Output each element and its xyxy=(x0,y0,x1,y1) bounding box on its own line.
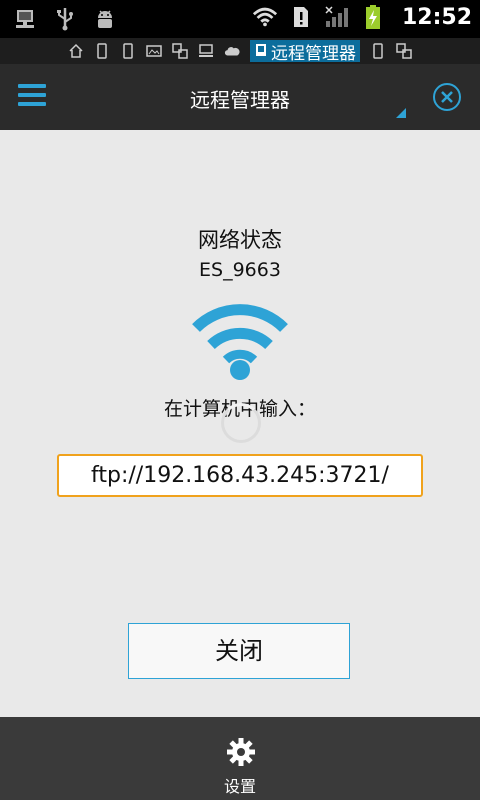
window-icon[interactable] xyxy=(396,43,412,59)
settings-button[interactable]: 设置 xyxy=(210,717,270,800)
cloud-icon[interactable] xyxy=(224,43,240,59)
battery-charging-icon xyxy=(360,4,386,30)
wifi-icon xyxy=(192,304,288,380)
close-icon xyxy=(441,91,453,103)
image-icon[interactable] xyxy=(146,43,162,59)
window-switcher-strip: 远程管理器 xyxy=(0,38,480,64)
network-share-icon xyxy=(12,6,38,32)
sim-alert-icon xyxy=(288,4,314,30)
gear-icon xyxy=(227,738,255,766)
wifi-icon xyxy=(252,4,278,30)
title-bar: 远程管理器 xyxy=(0,64,480,130)
ftp-address-field[interactable]: ftp://192.168.43.245:3721/ xyxy=(57,454,423,497)
close-button[interactable]: 关闭 xyxy=(128,623,350,679)
status-time: 12:52 xyxy=(401,4,472,30)
computer-icon[interactable] xyxy=(198,43,214,59)
phone-icon[interactable] xyxy=(370,43,386,59)
usb-icon xyxy=(52,6,78,32)
network-status-label: 网络状态 xyxy=(198,228,282,252)
status-bar: 12:52 xyxy=(0,0,480,38)
active-window-tab[interactable]: 远程管理器 xyxy=(250,40,360,64)
dropdown-indicator-icon[interactable] xyxy=(396,108,406,118)
close-window-button[interactable] xyxy=(433,83,461,111)
settings-label: 设置 xyxy=(223,777,256,796)
phone-icon[interactable] xyxy=(120,43,136,59)
phone-icon[interactable] xyxy=(94,43,110,59)
network-ssid: ES_9663 xyxy=(199,259,281,281)
android-debug-icon xyxy=(92,6,118,32)
window-icon[interactable] xyxy=(172,43,188,59)
loading-spinner xyxy=(221,403,261,443)
bottom-bar: 设置 xyxy=(0,717,480,800)
home-icon[interactable] xyxy=(68,43,84,59)
active-window-label: 远程管理器 xyxy=(271,43,356,64)
signal-icon xyxy=(324,4,350,30)
page-title: 远程管理器 xyxy=(190,88,290,112)
remote-manager-icon xyxy=(256,44,266,56)
